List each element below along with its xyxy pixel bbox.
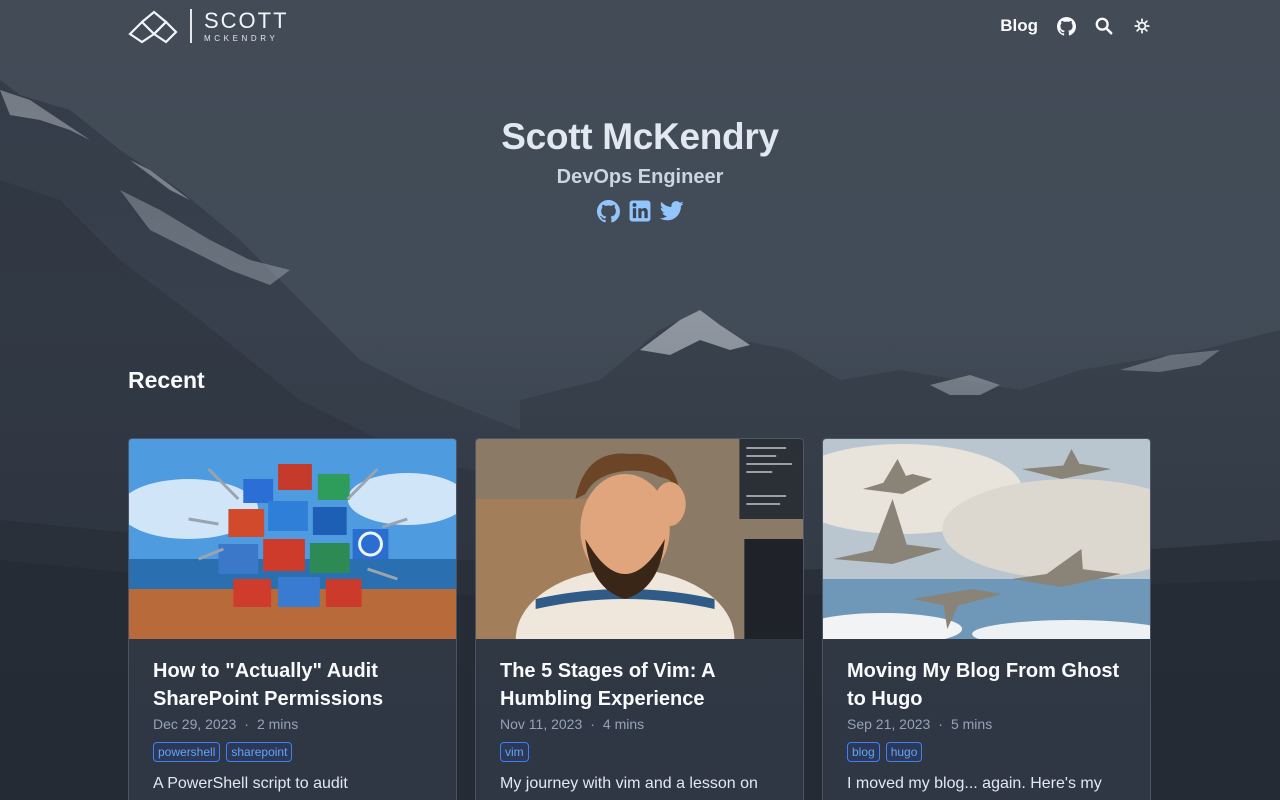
post-card[interactable]: The 5 Stages of Vim: A Humbling Experien… — [475, 438, 804, 800]
post-card-body: How to "Actually" Audit SharePoint Permi… — [129, 639, 456, 796]
meta-separator: · — [244, 716, 249, 732]
post-meta: Nov 11, 2023 · 4 mins — [500, 716, 779, 732]
post-read-time: 5 mins — [950, 716, 993, 732]
recent-heading: Recent — [128, 367, 205, 393]
logo-name: SCOTT — [204, 7, 289, 33]
post-thumbnail[interactable] — [476, 439, 803, 639]
post-title[interactable]: The 5 Stages of Vim: A Humbling Experien… — [500, 657, 779, 713]
tag-sharepoint[interactable]: sharepoint — [226, 742, 293, 762]
post-thumbnail[interactable] — [823, 439, 1150, 639]
post-title[interactable]: Moving My Blog From Ghost to Hugo — [847, 657, 1126, 713]
post-summary: A PowerShell script to audit — [153, 775, 348, 792]
post-meta: Sep 21, 2023 · 5 mins — [847, 716, 1126, 732]
post-summary: I moved my blog... again. Here's my — [847, 775, 1102, 792]
twitter-icon[interactable] — [660, 199, 684, 223]
logo-divider — [190, 9, 192, 43]
github-icon[interactable] — [596, 199, 620, 223]
hero: Scott McKendry DevOps Engineer — [0, 116, 1280, 223]
nav-blog-link[interactable]: Blog — [1000, 16, 1038, 36]
post-date: Sep 21, 2023 — [847, 716, 931, 732]
post-card-body: The 5 Stages of Vim: A Humbling Experien… — [476, 639, 803, 796]
post-read-time: 2 mins — [256, 716, 299, 732]
post-summary: My journey with vim and a lesson on — [500, 775, 758, 792]
social-links — [0, 199, 1280, 223]
search-icon[interactable] — [1094, 16, 1114, 36]
logo-subtitle: MCKENDRY — [204, 33, 279, 43]
github-icon[interactable] — [1056, 16, 1076, 36]
post-card-body: Moving My Blog From Ghost to Hugo Sep 21… — [823, 639, 1150, 796]
post-meta: Dec 29, 2023 · 2 mins — [153, 716, 432, 732]
tag-hugo[interactable]: hugo — [885, 742, 923, 762]
logo-mark-icon — [128, 10, 178, 44]
tag-vim[interactable]: vim — [500, 742, 529, 762]
site-header: SCOTT MCKENDRY Blog — [128, 0, 1152, 52]
post-title[interactable]: How to "Actually" Audit SharePoint Permi… — [153, 657, 432, 713]
site-logo[interactable]: SCOTT MCKENDRY — [128, 8, 289, 44]
meta-separator: · — [938, 716, 943, 732]
post-read-time: 4 mins — [602, 716, 645, 732]
linkedin-icon[interactable] — [628, 199, 652, 223]
page: SCOTT MCKENDRY Blog Scott McKendry DevOp… — [0, 0, 1280, 800]
logo-text: SCOTT MCKENDRY — [204, 7, 289, 43]
post-tags: vim — [500, 742, 779, 762]
recent-posts: How to "Actually" Audit SharePoint Permi… — [128, 438, 1151, 800]
post-date: Nov 11, 2023 — [500, 716, 583, 732]
tag-blog[interactable]: blog — [847, 742, 880, 762]
post-tags: blog hugo — [847, 742, 1126, 762]
tag-powershell[interactable]: powershell — [153, 742, 221, 762]
main-nav: Blog — [1000, 16, 1152, 36]
meta-separator: · — [590, 716, 595, 732]
post-tags: powershell sharepoint — [153, 742, 432, 762]
post-card[interactable]: Moving My Blog From Ghost to Hugo Sep 21… — [822, 438, 1151, 800]
author-role: DevOps Engineer — [556, 166, 724, 188]
post-date: Dec 29, 2023 — [153, 716, 237, 732]
theme-toggle-icon[interactable] — [1132, 16, 1152, 36]
post-thumbnail[interactable] — [129, 439, 456, 639]
post-card[interactable]: How to "Actually" Audit SharePoint Permi… — [128, 438, 457, 800]
author-name: Scott McKendry — [501, 116, 779, 157]
